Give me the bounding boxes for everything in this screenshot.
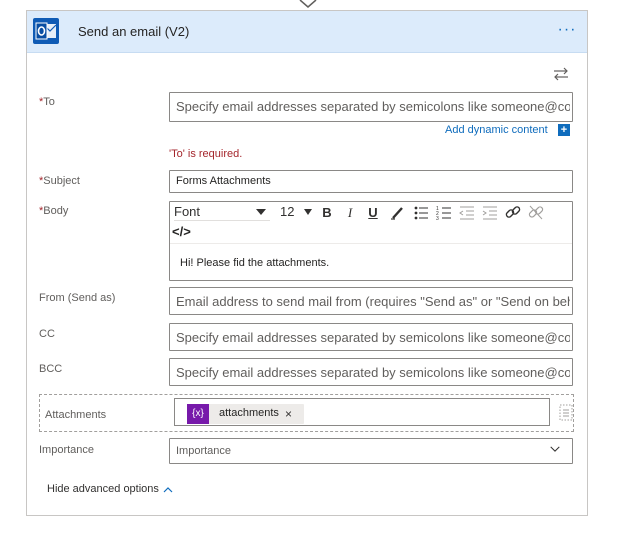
hide-advanced-options-button[interactable]: Hide advanced options [47,483,173,495]
from-input[interactable]: Email address to send mail from (require… [169,287,573,315]
swap-icon[interactable] [552,67,570,81]
font-dropdown-caret-icon [256,209,266,215]
body-label: *Body [39,205,69,217]
cc-input[interactable]: Specify email addresses separated by sem… [169,323,573,351]
font-size-select[interactable]: 12 [280,204,314,220]
highlight-pen-icon[interactable] [389,204,407,221]
numbered-list-icon[interactable]: 1 2 3 [435,204,453,221]
attachments-label: Attachments [45,409,107,421]
attachments-token[interactable]: {x} attachments × [187,404,304,424]
dynamic-content-plus-icon[interactable]: + [558,124,570,136]
bcc-input[interactable]: Specify email addresses separated by sem… [169,358,573,386]
code-view-button[interactable]: </> [172,224,191,239]
body-editor[interactable]: Font 12 B I U 1 2 3 </> Hi! Please fid t… [169,201,573,281]
card-header[interactable]: Send an email (V2) ··· [27,11,587,53]
increase-indent-icon[interactable] [481,204,499,221]
decrease-indent-icon[interactable] [458,204,476,221]
send-email-action-card: Send an email (V2) ··· *To Specify email… [26,10,588,516]
font-size-value: 12 [280,204,295,219]
chevron-down-icon [550,446,560,452]
cc-label: CC [39,328,55,340]
font-select-value: Font [174,204,201,219]
bcc-placeholder: Specify email addresses separated by sem… [176,365,570,380]
font-select[interactable]: Font [174,204,270,221]
outlook-icon [33,18,59,44]
insert-link-icon[interactable] [504,204,522,221]
remove-link-icon[interactable] [527,204,545,221]
more-options-button[interactable]: ··· [555,22,579,40]
switch-input-mode-icon[interactable] [557,403,573,421]
importance-label: Importance [39,444,95,456]
from-placeholder: Email address to send mail from (require… [176,294,570,309]
subject-input[interactable]: Forms Attachments [169,170,573,193]
svg-text:3: 3 [436,216,439,221]
bcc-label: BCC [39,363,63,375]
cc-placeholder: Specify email addresses separated by sem… [176,330,570,345]
body-divider [170,243,572,244]
attachments-input[interactable]: {x} attachments × [174,398,550,426]
variable-icon: {x} [187,404,209,424]
remove-token-button[interactable]: × [285,407,292,421]
font-size-dropdown-caret-icon [304,209,312,215]
body-toolbar: Font 12 B I U 1 2 3 [170,202,572,222]
to-input[interactable]: Specify email addresses separated by sem… [169,92,573,122]
to-placeholder: Specify email addresses separated by sem… [176,99,570,114]
attachments-token-label: attachments [219,407,279,419]
to-label: *To [39,96,55,108]
flow-connector-arrow-icon [299,0,317,8]
subject-label: *Subject [39,175,80,187]
importance-value: Importance [176,445,232,457]
chevron-up-icon [163,486,173,493]
action-title: Send an email (V2) [78,24,190,39]
add-dynamic-content-link[interactable]: Add dynamic content [445,124,548,136]
importance-dropdown[interactable]: Importance [169,438,573,464]
body-text[interactable]: Hi! Please fid the attachments. [180,257,329,269]
bold-button[interactable]: B [318,204,336,221]
bulleted-list-icon[interactable] [412,204,430,221]
italic-button[interactable]: I [341,204,359,221]
underline-button[interactable]: U [364,204,382,221]
to-required-error: 'To' is required. [169,148,243,160]
from-label: From (Send as) [39,292,116,304]
hide-advanced-label: Hide advanced options [47,483,159,495]
subject-value: Forms Attachments [176,175,271,187]
